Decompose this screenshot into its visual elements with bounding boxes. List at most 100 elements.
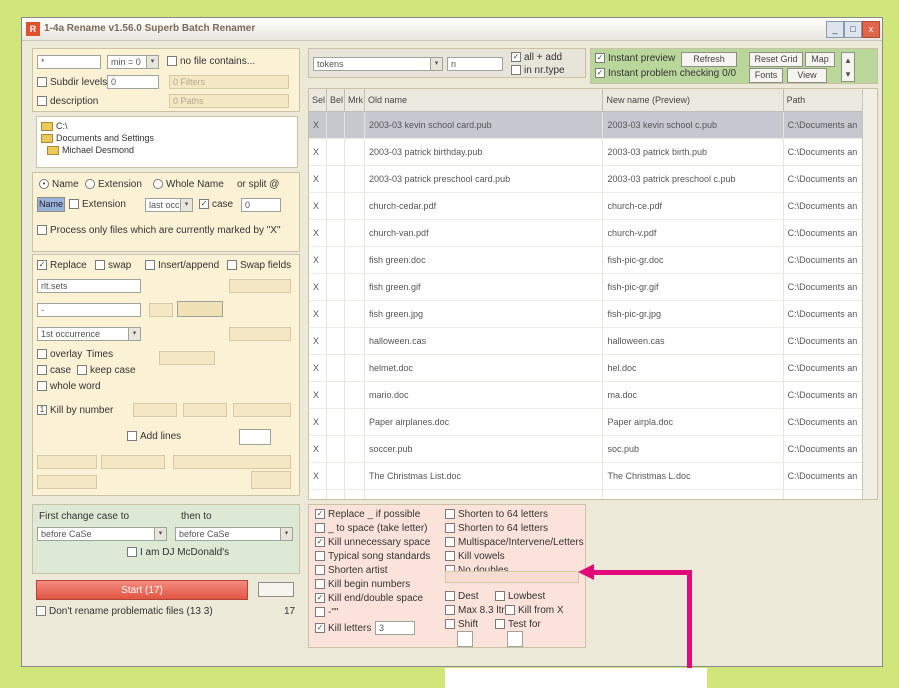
table-row[interactable]: XThumbs.dbThu.dbC:\Documents an — [309, 489, 877, 499]
option-checkbox[interactable]: Shorten artist — [315, 565, 430, 579]
case-stepper[interactable]: 0 — [241, 198, 281, 212]
shift-checkbox[interactable]: Shift — [445, 619, 478, 630]
folder-tree[interactable]: C:\ Documents and Settings Michael Desmo… — [36, 116, 298, 168]
option-checkbox[interactable]: ✓ Kill end/double space — [315, 593, 430, 607]
case-select-2[interactable]: before CaSe ▾ — [175, 527, 293, 541]
table-row[interactable]: Xfish green.gif fish-pic-gr.gif C:\Documen… — [309, 273, 877, 301]
split-at-radio[interactable]: or split @ — [237, 179, 279, 190]
column-header-sel[interactable]: Sel — [309, 89, 328, 112]
problem-checking-checkbox[interactable]: ✓ Instant problem checking 0/0 — [595, 68, 736, 79]
file-grid[interactable]: Sel Bel Mrk Old name New name (Preview) … — [308, 88, 878, 500]
min-select[interactable]: min = 0 ▾ — [107, 55, 159, 69]
table-row[interactable]: Xchurch-cedar.pdf church-ce.pdf C:\Documen… — [309, 192, 877, 220]
reset-grid-button[interactable]: Reset Grid — [749, 52, 803, 67]
fonts-button[interactable]: Fonts — [749, 68, 783, 83]
token-input[interactable]: n — [447, 57, 503, 71]
overlay-checkbox[interactable]: overlay Times — [37, 349, 113, 360]
table-row[interactable]: X 2003-03 patrick preschool card.pub 2003-… — [309, 165, 877, 193]
table-row[interactable]: X Paper airplanes.doc Paper airpla.doc C:\D… — [309, 408, 877, 436]
kill-letters-checkbox[interactable]: ✓ Kill letters — [315, 623, 371, 634]
table-row[interactable]: Xfish green.doc fish-pic-gr.doc C:\Documen… — [309, 246, 877, 274]
whole-word-checkbox[interactable]: whole word — [37, 381, 101, 392]
filter-input[interactable]: * — [37, 55, 101, 69]
all-add-checkbox[interactable]: ✓ all + add — [511, 52, 562, 63]
option-checkbox[interactable]: Shorten to 64 letters — [445, 509, 584, 523]
subdir-checkbox[interactable]: Subdir levels — [37, 77, 107, 88]
tree-item[interactable]: Michael Desmond — [41, 144, 154, 156]
test-for-stepper[interactable] — [507, 631, 523, 647]
table-row[interactable]: Xsoccer.pub soc.pub C:\Documents an — [309, 435, 877, 463]
table-row[interactable]: Xfish green.jpg fish-pic-gr.jpg C:\Documen… — [309, 300, 877, 328]
column-header-old-name[interactable]: Old name — [364, 89, 604, 112]
position-stepper[interactable] — [177, 301, 223, 317]
refresh-button[interactable]: Refresh — [681, 52, 737, 67]
subdir-levels-stepper[interactable]: 0 — [107, 75, 159, 89]
table-row[interactable]: X 2003-03 patrick birthday.pub 2003-03 pat… — [309, 138, 877, 166]
table-row[interactable]: Xchurch-van.pdf church-v.pdf C:\Documents … — [309, 219, 877, 247]
ext-checkbox[interactable]: Extension — [69, 199, 126, 210]
start-button[interactable]: Start (17) — [36, 580, 248, 600]
case-sensitive-checkbox[interactable]: case — [37, 365, 71, 376]
dest-checkbox[interactable]: Dest — [445, 591, 479, 602]
replace-from-input[interactable]: rlt.sets — [37, 279, 141, 293]
test-for-checkbox[interactable]: Test for — [495, 619, 541, 630]
swap-checkbox[interactable]: swap — [95, 260, 131, 271]
table-row[interactable]: X 2003-03 kevin school card.pub 2003-03 ke… — [309, 111, 877, 139]
tree-item[interactable]: Documents and Settings — [41, 132, 154, 144]
table-row[interactable]: X The Christmas List.doc The Christmas L.d… — [309, 462, 877, 490]
lines-stepper[interactable] — [239, 429, 271, 445]
map-button[interactable]: Map — [805, 52, 835, 67]
nr-type-checkbox[interactable]: in nr.type — [511, 65, 565, 76]
column-header-bel[interactable]: Bel — [326, 89, 346, 112]
option-checkbox[interactable]: Multispace/Intervene/Letters — [445, 537, 584, 551]
keep-case-checkbox[interactable]: keep case — [77, 365, 136, 376]
close-button[interactable]: x — [862, 21, 880, 38]
grid-vertical-scrollbar[interactable] — [862, 89, 877, 499]
scroll-arrows-icon[interactable]: ▴ ▾ — [841, 52, 855, 82]
column-header-new-name[interactable]: New name (Preview) — [602, 89, 784, 112]
kill-from-checkbox[interactable]: Kill from X — [505, 605, 564, 616]
kill-number-checkbox[interactable]: 1 Kill by number — [37, 405, 113, 416]
option-checkbox[interactable]: -"" — [315, 607, 430, 621]
option-checkbox[interactable]: Typical song standards — [315, 551, 430, 565]
dont-rename-checkbox[interactable]: Don't rename problematic files (13 3) — [36, 606, 213, 617]
case-checkbox[interactable]: ✓ case — [199, 199, 233, 210]
max83-checkbox[interactable]: Max 8.3 ltr — [445, 605, 505, 616]
token-select[interactable]: tokens ▾ — [313, 57, 443, 71]
insert-append-checkbox[interactable]: Insert/append — [145, 260, 219, 271]
lowbest-checkbox[interactable]: Lowbest — [495, 591, 545, 602]
case-select-1[interactable]: before CaSe ▾ — [37, 527, 167, 541]
option-checkbox[interactable]: _ to space (take letter) — [315, 523, 430, 537]
whole-name-radio[interactable]: Whole Name — [153, 179, 224, 190]
mcdonalds-checkbox[interactable]: I am DJ McDonald's — [127, 547, 229, 558]
process-only-checkbox[interactable]: Process only files which are currently m… — [37, 225, 281, 236]
occurrence-select[interactable]: 1st occurrence ▾ — [37, 327, 141, 341]
table-row[interactable]: Xmario.doc ma.doc C:\Documents an — [309, 381, 877, 409]
swap-fields-checkbox[interactable]: Swap fields — [227, 260, 291, 271]
contains-checkbox[interactable]: no file contains... — [167, 56, 255, 67]
title-bar[interactable]: R 1-4a Rename v1.56.0 Superb Batch Renam… — [22, 18, 882, 41]
ext-select[interactable]: last occ. ▾ — [145, 198, 193, 212]
table-row[interactable]: Xhelmet.doc hel.doc C:\Documents an — [309, 354, 877, 382]
option-checkbox[interactable]: Kill begin numbers — [315, 579, 430, 593]
option-checkbox[interactable]: ✓ Replace _ if possible — [315, 509, 430, 523]
instant-preview-checkbox[interactable]: ✓ Instant preview — [595, 53, 675, 64]
option-checkbox[interactable]: ✓ Kill unnecessary space — [315, 537, 430, 551]
name-radio[interactable]: • Name — [39, 179, 79, 190]
replace-to-input[interactable]: - — [37, 303, 141, 317]
tree-item[interactable]: C:\ — [41, 120, 154, 132]
table-row[interactable]: Xhalloween.cas halloween.cas C:\Documents … — [309, 327, 877, 355]
name-button[interactable]: Name — [37, 197, 65, 212]
add-lines-checkbox[interactable]: Add lines — [127, 431, 181, 442]
shift-stepper[interactable] — [457, 631, 473, 647]
option-checkbox[interactable]: Kill vowels — [445, 551, 584, 565]
view-button[interactable]: View — [787, 68, 827, 83]
maximize-button[interactable]: □ — [844, 21, 862, 38]
option-checkbox[interactable]: Shorten to 64 letters — [445, 523, 584, 537]
kill-letters-stepper[interactable]: 3 — [375, 621, 415, 635]
column-header-mrk[interactable]: Mrk — [344, 89, 366, 112]
replace-checkbox[interactable]: ✓ Replace — [37, 260, 87, 271]
minimize-button[interactable]: _ — [826, 21, 844, 38]
extension-radio[interactable]: Extension — [85, 179, 142, 190]
description-checkbox[interactable]: description — [37, 96, 98, 107]
